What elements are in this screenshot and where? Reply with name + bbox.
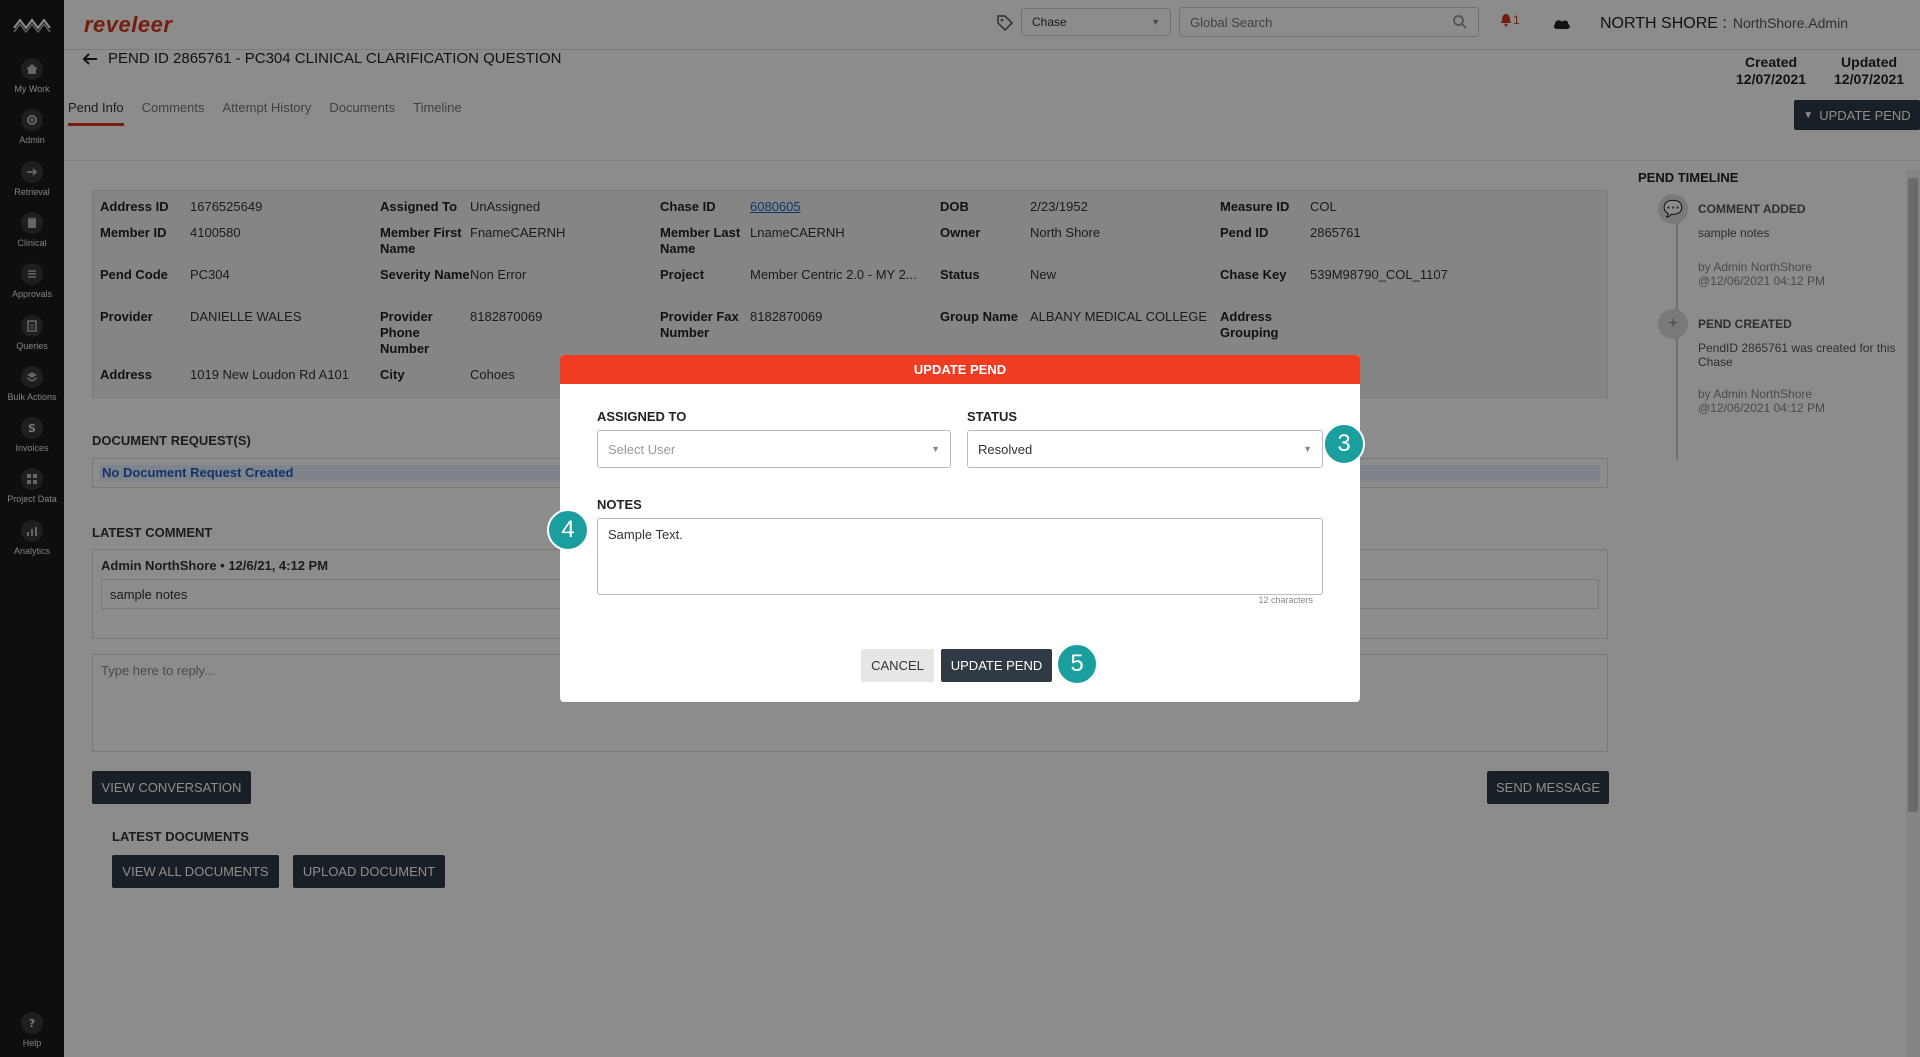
- step-marker-4: 4: [547, 509, 589, 551]
- chevron-down-icon: ▼: [1303, 444, 1312, 454]
- character-count: 12 characters: [1258, 595, 1313, 605]
- assigned-to-placeholder: Select User: [608, 441, 676, 457]
- cancel-button[interactable]: CANCEL: [861, 649, 934, 682]
- assigned-to-select[interactable]: Select User ▼: [597, 430, 951, 468]
- modal-title: UPDATE PEND: [560, 355, 1360, 384]
- status-label: STATUS: [967, 409, 1018, 424]
- notes-label: NOTES: [597, 497, 642, 512]
- chevron-down-icon: ▼: [931, 444, 940, 454]
- update-pend-button[interactable]: UPDATE PEND: [941, 649, 1052, 682]
- notes-textarea[interactable]: Sample Text.: [597, 518, 1323, 595]
- step-marker-5: 5: [1056, 643, 1098, 685]
- step-marker-3: 3: [1323, 423, 1365, 465]
- assigned-to-label: ASSIGNED TO: [597, 409, 687, 424]
- status-select[interactable]: Resolved ▼: [967, 430, 1323, 468]
- update-pend-modal: UPDATE PEND ASSIGNED TO Select User ▼ ST…: [560, 355, 1360, 702]
- status-value: Resolved: [978, 441, 1033, 457]
